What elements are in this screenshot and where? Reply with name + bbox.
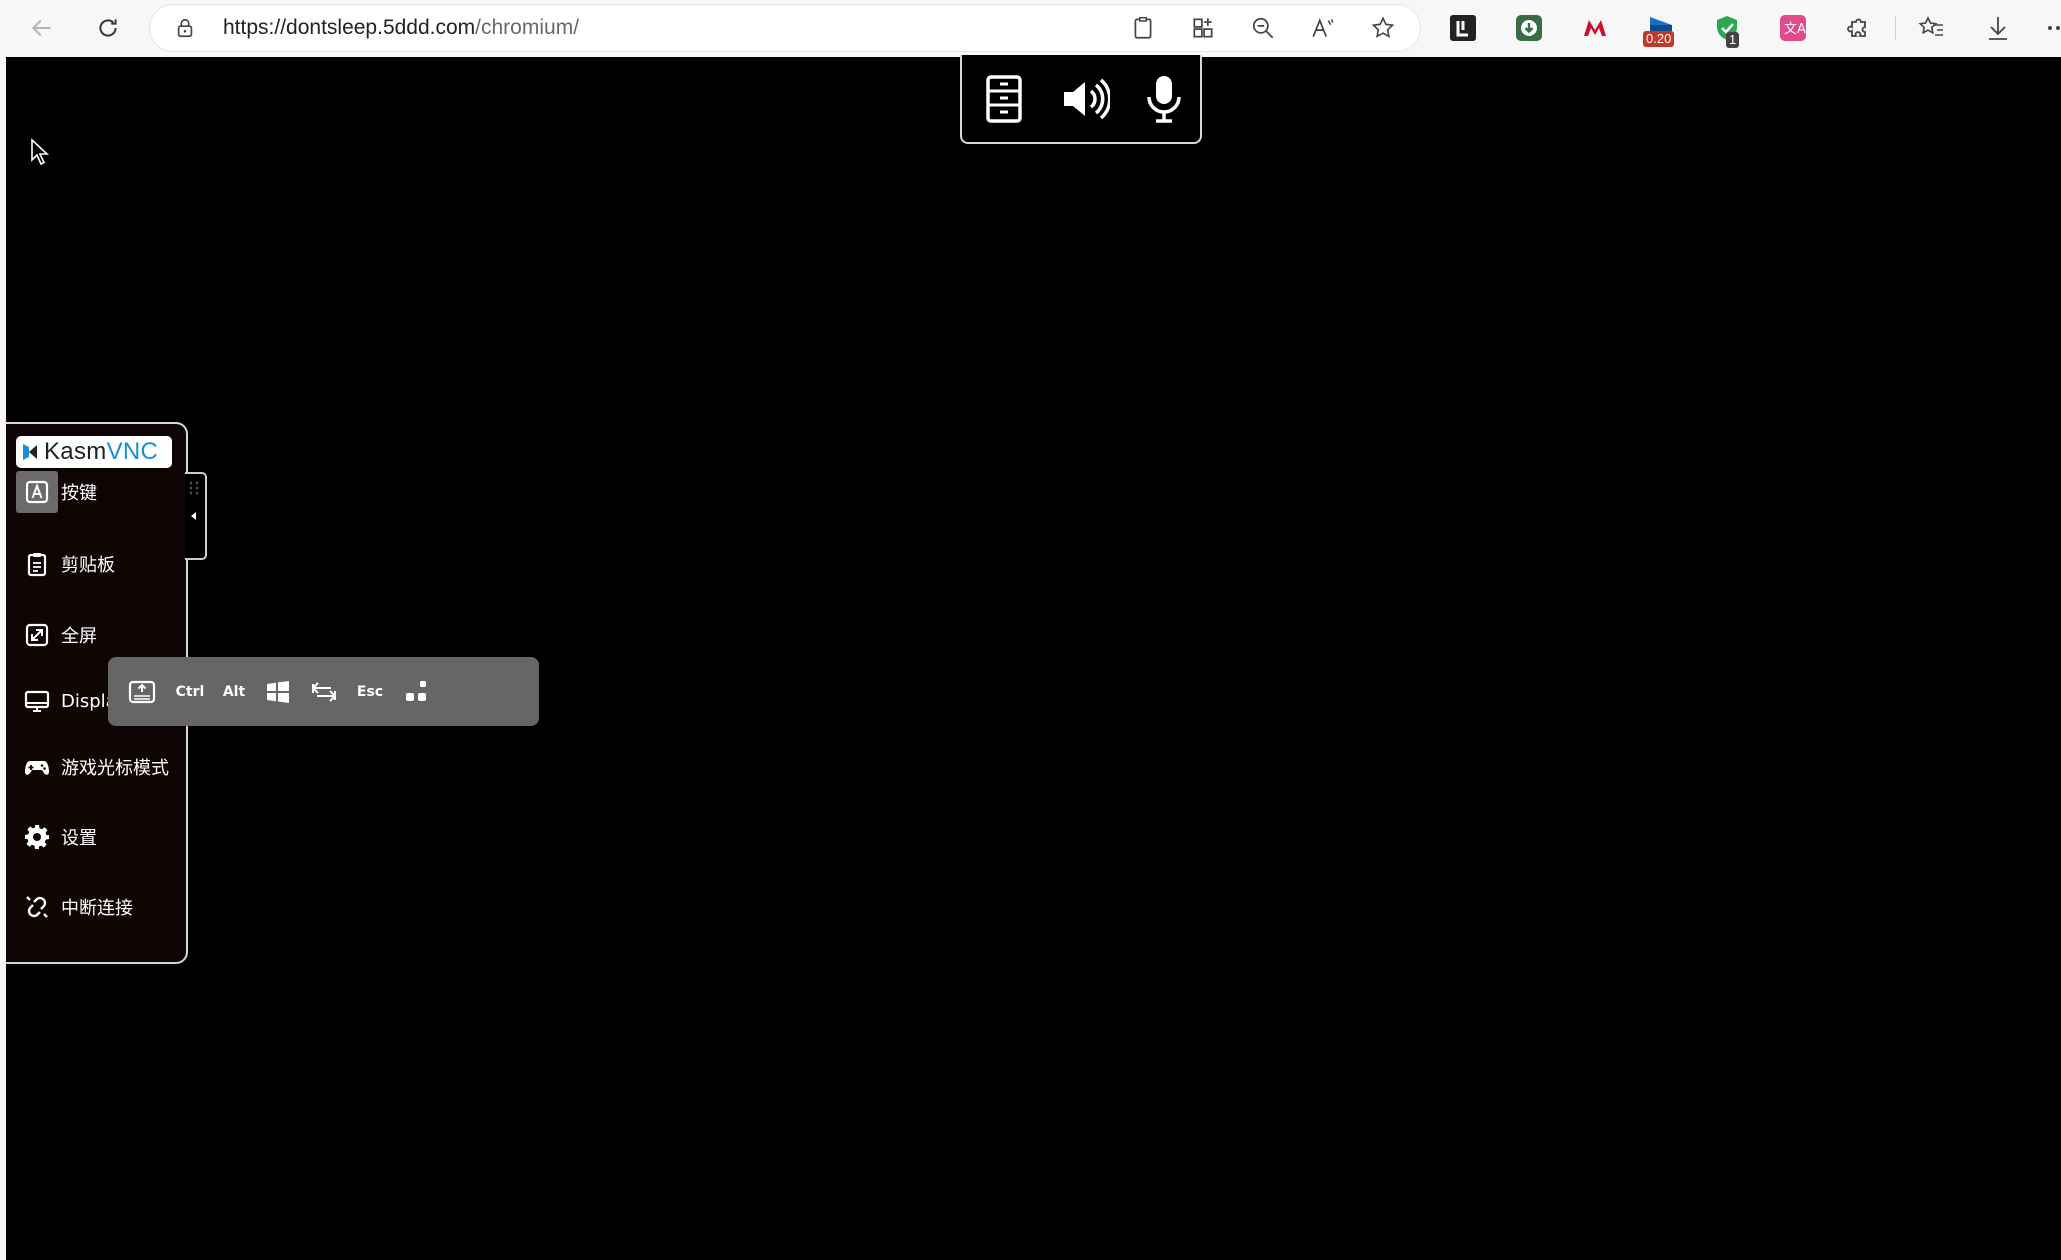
gamepad-icon bbox=[25, 761, 49, 775]
kasmvnc-logo: Kasm VNC bbox=[16, 436, 172, 468]
gear-icon-wrap bbox=[16, 816, 58, 858]
extensions-puzzle-icon[interactable] bbox=[1843, 13, 1873, 43]
reader-extension-icon[interactable] bbox=[1448, 13, 1478, 43]
more-keys-button[interactable] bbox=[394, 657, 438, 726]
app-available-icon[interactable] bbox=[1190, 15, 1216, 41]
shield-badge: 1 bbox=[1726, 32, 1740, 48]
sidebar-item-keys[interactable]: 按键 bbox=[16, 470, 182, 514]
url-path: /chromium/ bbox=[475, 16, 580, 39]
logo-vnc-text: VNC bbox=[106, 438, 159, 465]
gamepad-icon-wrap bbox=[16, 746, 58, 788]
alt-key-label: Alt bbox=[222, 683, 246, 700]
lock-icon[interactable] bbox=[174, 17, 196, 39]
tab-key[interactable] bbox=[302, 657, 346, 726]
clipboard-icon[interactable] bbox=[1130, 15, 1156, 41]
url-text[interactable]: https://dontsleep.5ddd.com/chromium/ bbox=[223, 5, 579, 51]
sidebar-item-clipboard[interactable]: 剪贴板 bbox=[16, 542, 182, 586]
sidebar-item-label: 中断连接 bbox=[61, 898, 133, 919]
speed-badge: 0.20 bbox=[1643, 31, 1675, 47]
toolbar-separator bbox=[1895, 16, 1896, 40]
microphone-icon[interactable] bbox=[1138, 73, 1190, 125]
clipboard-icon-wrap bbox=[16, 543, 58, 585]
disconnect-icon bbox=[26, 896, 48, 918]
refresh-button[interactable] bbox=[88, 8, 128, 48]
svg-text:文A: 文A bbox=[1784, 22, 1806, 37]
sidebar-collapse-handle[interactable] bbox=[185, 472, 207, 560]
disconnect-icon-wrap bbox=[16, 886, 58, 928]
downloads-icon[interactable] bbox=[1983, 13, 2013, 43]
esc-key-label: Esc bbox=[356, 683, 384, 700]
sidebar-item-label: 剪贴板 bbox=[61, 555, 115, 576]
display-icon bbox=[24, 690, 50, 712]
address-bar[interactable]: https://dontsleep.5ddd.com/chromium/ bbox=[150, 5, 1420, 51]
keyboard-icon bbox=[128, 680, 156, 703]
browser-toolbar: https://dontsleep.5ddd.com/chromium/ 0.2… bbox=[0, 0, 2061, 56]
zoom-out-icon[interactable] bbox=[1250, 15, 1276, 41]
more-keys-icon bbox=[406, 680, 426, 701]
caret-left-icon bbox=[191, 512, 196, 520]
speaker-icon[interactable] bbox=[1058, 73, 1110, 125]
kasm-logo-mark-icon bbox=[23, 444, 37, 460]
ctrl-key[interactable]: Ctrl bbox=[168, 657, 212, 726]
back-button[interactable] bbox=[22, 8, 62, 48]
sidebar-item-label: 全屏 bbox=[61, 626, 97, 647]
fullscreen-icon bbox=[25, 623, 49, 647]
alt-key[interactable]: Alt bbox=[214, 657, 254, 726]
sidebar-item-label: 游戏光标模式 bbox=[61, 758, 169, 779]
clipboard-icon bbox=[27, 553, 47, 577]
favorites-icon[interactable] bbox=[1916, 13, 1946, 43]
sidebar-item-settings[interactable]: 设置 bbox=[16, 815, 182, 859]
keyboard-a-icon bbox=[25, 480, 49, 504]
drag-grip-icon bbox=[189, 481, 199, 495]
red-m-extension-icon[interactable] bbox=[1580, 13, 1610, 43]
sidebar-item-fullscreen[interactable]: 全屏 bbox=[16, 613, 182, 657]
gear-icon bbox=[25, 825, 49, 849]
url-host: https://dontsleep.5ddd.com bbox=[223, 16, 476, 39]
back-arrow-icon bbox=[31, 19, 51, 37]
esc-key[interactable]: Esc bbox=[348, 657, 392, 726]
download-extension-icon[interactable] bbox=[1514, 13, 1544, 43]
refresh-icon bbox=[99, 19, 117, 37]
windows-logo-icon bbox=[267, 680, 289, 703]
keyboard-toggle-key[interactable] bbox=[122, 657, 162, 726]
sidebar-item-label: 设置 bbox=[61, 828, 97, 849]
mouse-cursor-icon bbox=[31, 138, 50, 166]
read-aloud-icon[interactable] bbox=[1310, 15, 1336, 41]
windows-key[interactable] bbox=[256, 657, 300, 726]
translate-extension-icon[interactable]: 文A bbox=[1778, 13, 1808, 43]
sidebar-item-label: 按键 bbox=[61, 483, 97, 504]
sidebar-item-disconnect[interactable]: 中断连接 bbox=[16, 885, 182, 929]
server-icon[interactable] bbox=[978, 73, 1030, 125]
tab-arrows-icon bbox=[311, 681, 337, 702]
favorite-star-icon[interactable] bbox=[1370, 15, 1396, 41]
ctrl-key-label: Ctrl bbox=[175, 683, 205, 700]
more-menu-icon[interactable] bbox=[2046, 13, 2060, 43]
logo-kasm-text: Kasm bbox=[44, 438, 107, 465]
keys-icon-wrap bbox=[16, 471, 58, 513]
top-control-bar bbox=[960, 55, 1202, 144]
display-icon-wrap bbox=[16, 680, 58, 722]
keys-popup: Ctrl Alt Esc bbox=[108, 657, 539, 726]
fullscreen-icon-wrap bbox=[16, 614, 58, 656]
sidebar-item-game-cursor[interactable]: 游戏光标模式 bbox=[16, 745, 182, 789]
